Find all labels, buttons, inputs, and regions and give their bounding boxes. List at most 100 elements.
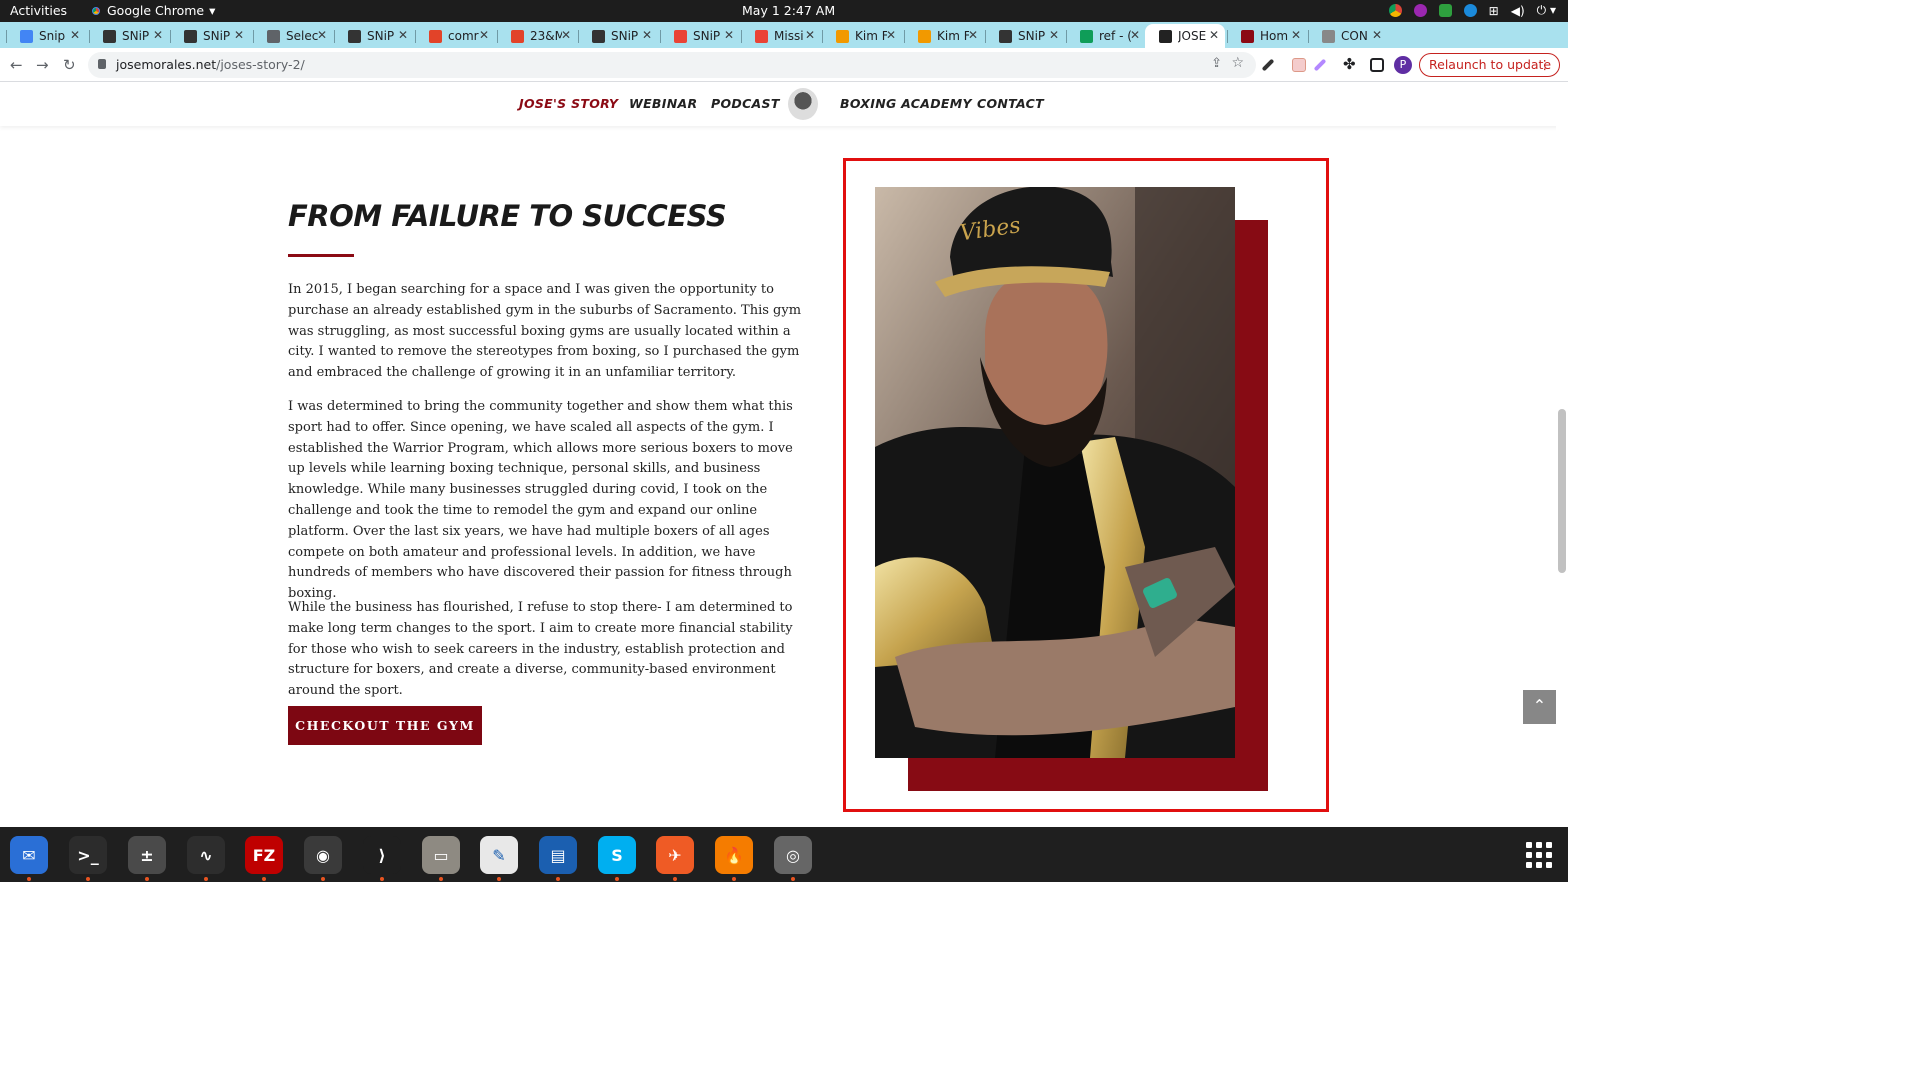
close-tab-icon[interactable]: ✕ xyxy=(234,28,244,42)
eyedropper-extension-icon[interactable] xyxy=(1261,58,1275,72)
scroll-to-top-button[interactable]: ⌃ xyxy=(1523,690,1556,724)
scrollbar-thumb[interactable] xyxy=(1558,409,1566,573)
docs-icon xyxy=(20,29,33,43)
close-tab-icon[interactable]: ✕ xyxy=(398,28,408,42)
power-icon[interactable]: ⏻ ▾ xyxy=(1537,3,1556,18)
system-tray[interactable]: ⊞ ◀) ⏻ ▾ xyxy=(1388,3,1556,18)
tab-title: Hom xyxy=(1260,29,1289,43)
browser-tab[interactable]: Snip ✕ xyxy=(6,24,86,48)
network-icon[interactable]: ⊞ xyxy=(1489,4,1499,18)
browser-tab[interactable]: SNiP ✕ xyxy=(578,24,658,48)
skype-icon[interactable]: S xyxy=(598,836,636,881)
browser-tab[interactable]: Hom ✕ xyxy=(1227,24,1307,48)
browser-tab[interactable]: ref - (✕ xyxy=(1066,24,1146,48)
side-panel-icon[interactable] xyxy=(1370,58,1384,72)
snip-icon xyxy=(999,29,1012,43)
checkout-the-gym-button[interactable]: CHECKOUT THE GYM xyxy=(288,706,482,745)
running-indicator xyxy=(321,877,325,881)
browser-tab[interactable]: Missi ✕ xyxy=(741,24,821,48)
blender-fire-icon[interactable]: 🔥 xyxy=(715,836,753,881)
thunderbird-icon[interactable]: ✉ xyxy=(10,836,48,881)
nav-boxing-academy[interactable]: BOXING ACADEMY xyxy=(840,96,972,111)
postman-icon[interactable]: ✈ xyxy=(656,836,694,881)
globe-icon xyxy=(1322,29,1335,43)
nav-podcast[interactable]: PODCAST xyxy=(711,96,780,111)
close-tab-icon[interactable]: ✕ xyxy=(479,28,489,42)
more-menu-icon[interactable]: ⋮ xyxy=(1539,54,1552,76)
reload-icon[interactable]: ↻ xyxy=(63,56,76,74)
app-tray-icon[interactable] xyxy=(1463,4,1477,17)
close-tab-icon[interactable]: ✕ xyxy=(968,28,978,42)
close-tab-icon[interactable]: ✕ xyxy=(1130,28,1140,42)
site-logo[interactable] xyxy=(788,88,818,120)
close-tab-icon[interactable]: ✕ xyxy=(1049,28,1059,42)
extensions-puzzle-icon[interactable]: ✤ xyxy=(1343,55,1356,73)
files-icon[interactable]: ▭ xyxy=(422,836,460,881)
browser-tab[interactable]: Selec ✕ xyxy=(253,24,333,48)
browser-tab[interactable]: SNiP ✕ xyxy=(170,24,250,48)
nav-joses-story[interactable]: JOSE'S STORY xyxy=(519,96,618,111)
relaunch-to-update-button[interactable]: Relaunch to update ⋮ xyxy=(1419,53,1560,77)
tab-title: SNiP xyxy=(203,29,231,43)
close-tab-icon[interactable]: ✕ xyxy=(317,28,327,42)
close-tab-icon[interactable]: ✕ xyxy=(642,28,652,42)
app-tray-icon[interactable] xyxy=(1438,4,1452,17)
filezilla-icon[interactable]: FZ xyxy=(245,836,283,881)
browser-tab[interactable]: JOSE ✕ xyxy=(1145,24,1225,48)
close-tab-icon[interactable]: ✕ xyxy=(886,28,896,42)
close-tab-icon[interactable]: ✕ xyxy=(561,28,571,42)
share-icon[interactable]: ⇪ xyxy=(1211,56,1222,71)
pen-extension-icon[interactable] xyxy=(1313,58,1327,72)
browser-tab[interactable]: SNiP ✕ xyxy=(89,24,169,48)
disk-utility-icon[interactable]: ◎ xyxy=(774,836,812,881)
browser-tab[interactable]: CON ✕ xyxy=(1308,24,1388,48)
forward-icon[interactable]: → xyxy=(36,56,49,74)
text-editor-icon[interactable]: ✎ xyxy=(480,836,518,881)
chrome-icon[interactable]: ◉ xyxy=(304,836,342,881)
terminal-icon[interactable]: >_ xyxy=(69,836,107,881)
extension-icon[interactable] xyxy=(1292,58,1306,72)
browser-tab[interactable]: SNiP ✕ xyxy=(985,24,1065,48)
browser-tab[interactable]: Kim F ✕ xyxy=(904,24,984,48)
browser-tab[interactable]: SNiP ✕ xyxy=(334,24,414,48)
back-icon[interactable]: ← xyxy=(10,56,23,74)
snip-icon xyxy=(184,29,197,43)
vscode-icon[interactable]: ⟩ xyxy=(363,836,401,881)
close-tab-icon[interactable]: ✕ xyxy=(1372,28,1382,42)
bookmark-star-icon[interactable]: ☆ xyxy=(1231,55,1244,71)
close-tab-icon[interactable]: ✕ xyxy=(70,28,80,42)
browser-tab[interactable]: comr ✕ xyxy=(415,24,495,48)
story-paragraph-3: While the business has flourished, I ref… xyxy=(288,600,793,699)
show-applications-icon[interactable] xyxy=(1526,842,1552,868)
nav-contact[interactable]: CONTACT xyxy=(977,96,1044,111)
page-scrollbar[interactable] xyxy=(1556,83,1568,827)
tab-title: SNiP xyxy=(367,29,395,43)
url-path: /joses-story-2/ xyxy=(216,57,305,72)
address-bar[interactable]: josemorales.net/joses-story-2/ ⇪ ☆ xyxy=(88,52,1256,78)
browser-tab[interactable]: 23&M ✕ xyxy=(497,24,577,48)
profile-avatar[interactable]: P xyxy=(1394,56,1412,74)
activities-button[interactable]: Activities xyxy=(10,3,67,18)
app-tray-icon[interactable] xyxy=(1413,4,1427,17)
tab-title: comr xyxy=(448,29,479,43)
close-tab-icon[interactable]: ✕ xyxy=(1291,28,1301,42)
close-tab-icon[interactable]: ✕ xyxy=(1209,28,1219,42)
lock-icon[interactable] xyxy=(98,59,106,69)
close-tab-icon[interactable]: ✕ xyxy=(724,28,734,42)
volume-icon[interactable]: ◀) xyxy=(1511,4,1525,18)
close-tab-icon[interactable]: ✕ xyxy=(805,28,815,42)
calculator-icon[interactable]: ± xyxy=(128,836,166,881)
system-monitor-icon[interactable]: ∿ xyxy=(187,836,225,881)
running-indicator xyxy=(673,877,677,881)
running-indicator xyxy=(791,877,795,881)
nav-webinar[interactable]: WEBINAR xyxy=(629,96,697,111)
browser-tab[interactable]: SNiP ✕ xyxy=(660,24,740,48)
writer-icon[interactable]: ▤ xyxy=(539,836,577,881)
close-tab-icon[interactable]: ✕ xyxy=(153,28,163,42)
url-text[interactable]: josemorales.net/joses-story-2/ xyxy=(116,57,305,72)
app-menu[interactable]: Google Chrome ▾ xyxy=(90,3,215,18)
browser-tab[interactable]: Kim F ✕ xyxy=(822,24,902,48)
snip-icon xyxy=(103,29,116,43)
chrome-tray-icon[interactable] xyxy=(1388,4,1402,17)
clock[interactable]: May 1 2:47 AM xyxy=(742,3,835,18)
